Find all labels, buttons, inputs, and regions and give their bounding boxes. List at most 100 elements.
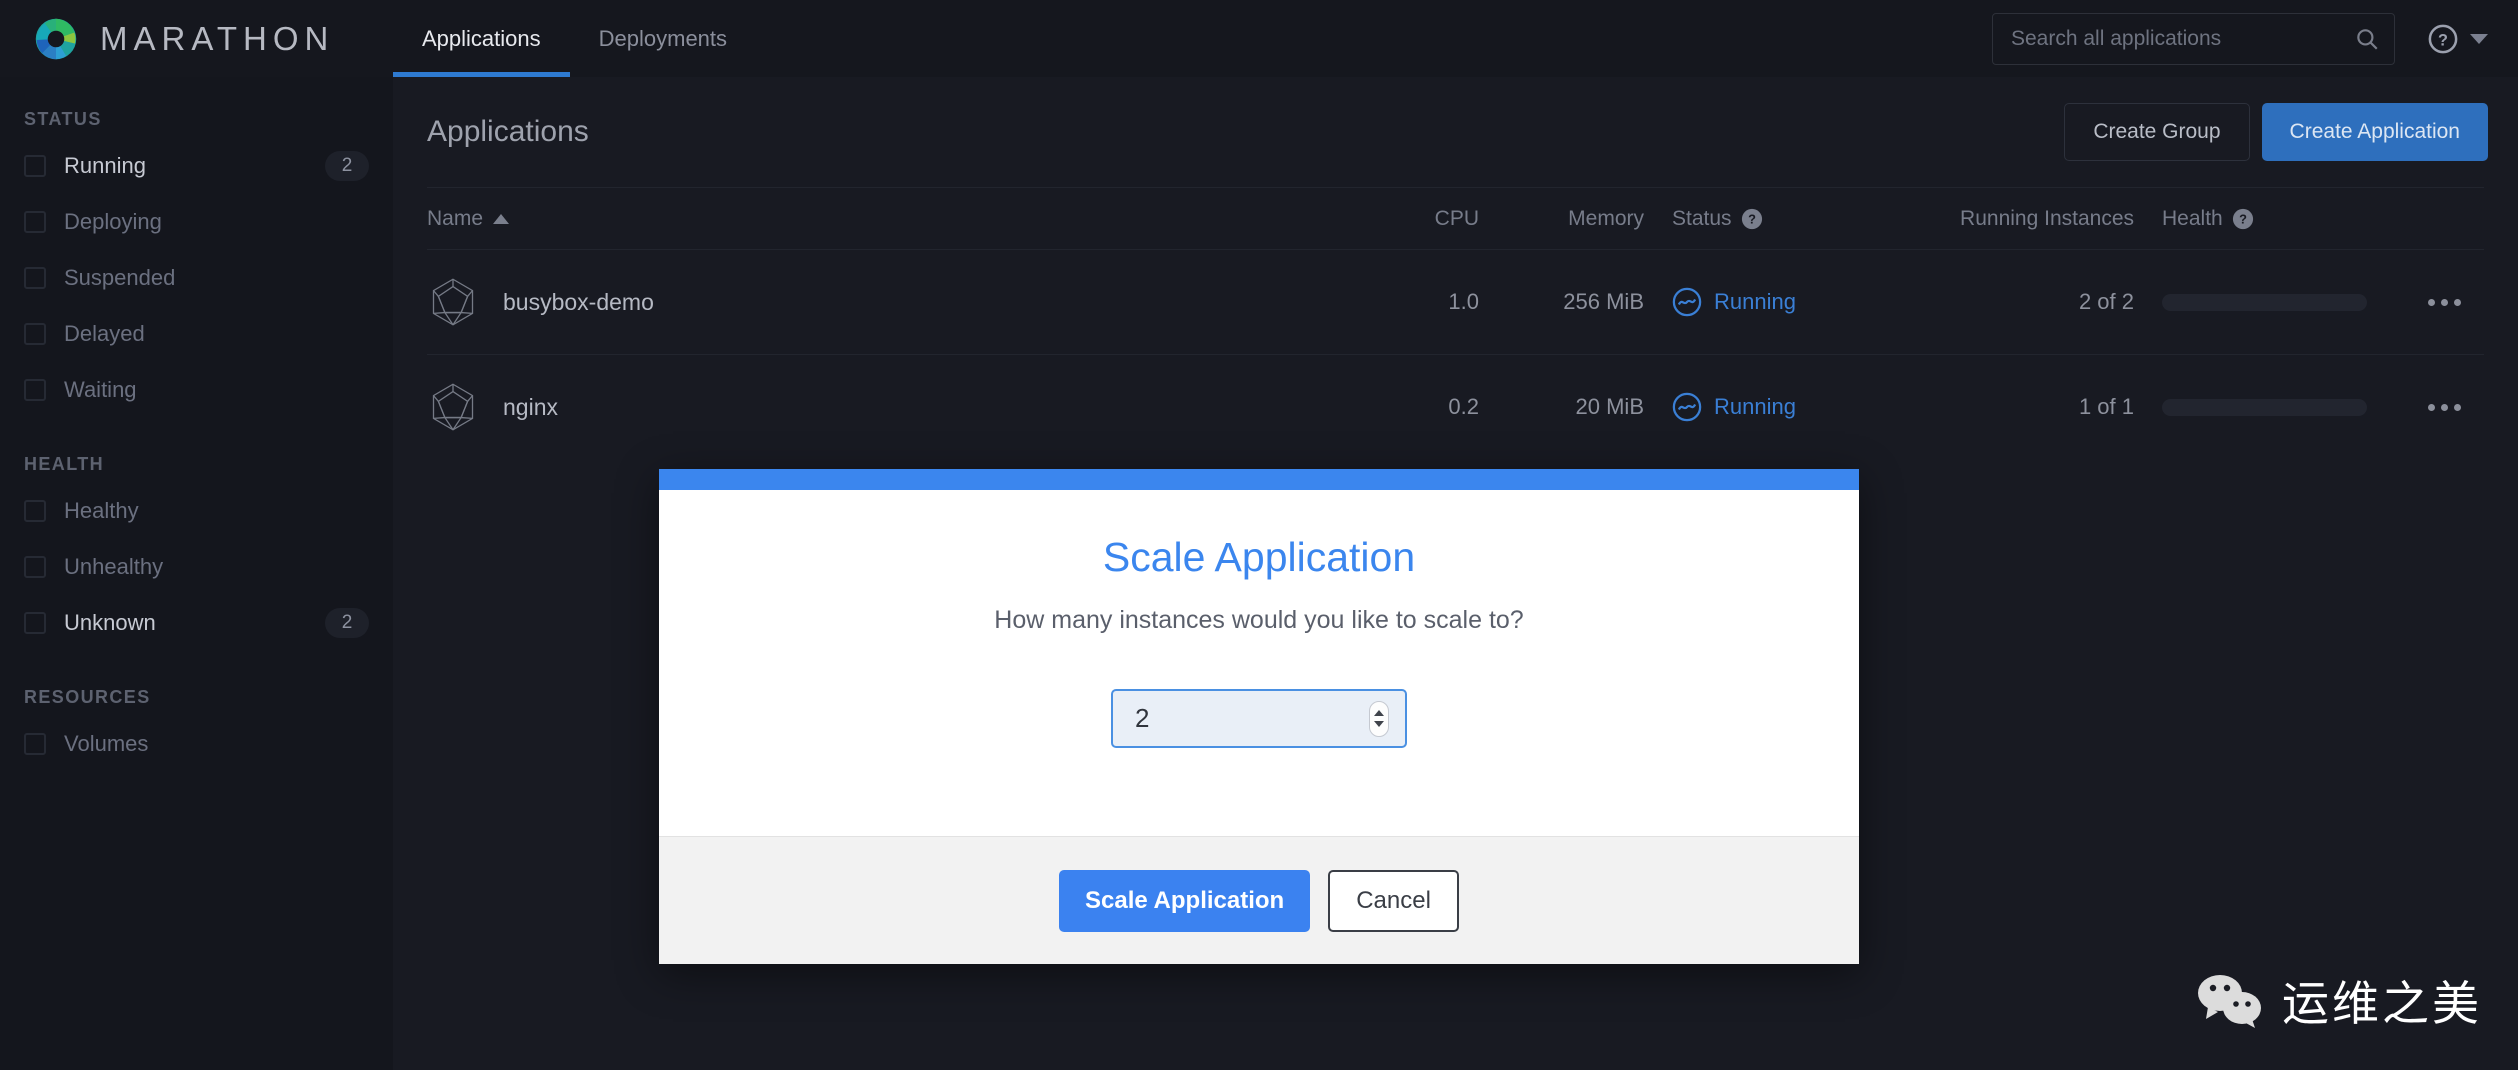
sidebar-item-waiting[interactable]: Waiting xyxy=(0,370,393,410)
application-icon xyxy=(432,383,474,431)
sidebar-item-label: Suspended xyxy=(64,265,176,290)
sidebar-item-delayed[interactable]: Delayed xyxy=(0,314,393,354)
row-status-label: Running xyxy=(1714,394,1796,419)
column-header-running-instances[interactable]: Running Instances xyxy=(1914,207,2134,231)
wechat-icon xyxy=(2198,974,2261,1028)
table-row[interactable]: nginx 0.2 20 MiB Running 1 of 1 xyxy=(427,354,2484,459)
tab-applications[interactable]: Applications xyxy=(393,0,570,77)
row-memory-value: 20 MiB xyxy=(1575,394,1644,419)
column-header-running-instances-label: Running Instances xyxy=(1960,206,2134,230)
applications-table: Name CPU Memory Status ? Running Instanc… xyxy=(393,187,2518,459)
chevron-down-icon[interactable] xyxy=(2470,33,2488,44)
stepper-spinner[interactable] xyxy=(1369,700,1389,737)
row-actions-menu-button[interactable] xyxy=(2404,298,2484,306)
tab-deployments[interactable]: Deployments xyxy=(570,0,756,77)
brand[interactable]: MARATHON xyxy=(0,16,393,62)
sidebar-item-label: Waiting xyxy=(64,377,137,402)
cancel-button[interactable]: Cancel xyxy=(1328,869,1459,932)
instances-input[interactable]: 2 xyxy=(1135,703,1369,734)
checkbox-unhealthy[interactable] xyxy=(24,556,46,578)
column-header-memory[interactable]: Memory xyxy=(1479,207,1644,231)
row-name-cell[interactable]: busybox-demo xyxy=(427,276,1339,328)
checkbox-running[interactable] xyxy=(24,155,46,177)
watermark: 运维之美 xyxy=(2194,965,2482,1034)
row-running-instances: 1 of 1 xyxy=(2078,394,2134,419)
svg-text:?: ? xyxy=(2239,211,2247,226)
checkbox-waiting[interactable] xyxy=(24,379,46,401)
row-status-cell: Running xyxy=(1644,392,1914,422)
chevron-up-icon[interactable] xyxy=(1374,710,1384,716)
column-header-cpu-label: CPU xyxy=(1434,206,1479,230)
scale-application-dialog: Scale Application How many instances wou… xyxy=(659,469,1859,964)
chevron-down-icon[interactable] xyxy=(1374,721,1384,727)
column-header-health[interactable]: Health ? xyxy=(2134,207,2404,231)
row-memory-value: 256 MiB xyxy=(1563,289,1644,314)
scale-application-confirm-label: Scale Application xyxy=(1085,886,1285,914)
running-status-icon xyxy=(1672,392,1702,422)
row-actions-menu-button[interactable] xyxy=(2404,403,2484,411)
table-header-row: Name CPU Memory Status ? Running Instanc… xyxy=(427,187,2484,249)
tab-applications-label: Applications xyxy=(422,25,541,51)
checkbox-healthy[interactable] xyxy=(24,500,46,522)
column-header-name-label: Name xyxy=(427,206,484,230)
help-circle-icon[interactable]: ? xyxy=(1741,208,1763,230)
cancel-label: Cancel xyxy=(1356,886,1431,914)
checkbox-volumes[interactable] xyxy=(24,733,46,755)
scale-application-confirm-button[interactable]: Scale Application xyxy=(1059,869,1311,932)
sidebar-item-healthy[interactable]: Healthy xyxy=(0,491,393,531)
instances-stepper[interactable]: 2 xyxy=(1111,689,1407,748)
svg-text:?: ? xyxy=(2438,31,2448,49)
sidebar-item-volumes[interactable]: Volumes xyxy=(0,724,393,764)
brand-name: MARATHON xyxy=(100,20,335,57)
create-application-button[interactable]: Create Application xyxy=(2261,103,2488,161)
application-icon xyxy=(432,278,474,326)
table-row[interactable]: busybox-demo 1.0 256 MiB Running 2 of 2 xyxy=(427,249,2484,354)
sidebar-item-label: Volumes xyxy=(64,731,149,756)
sidebar-item-running[interactable]: Running 2 xyxy=(0,146,393,186)
row-cpu-value: 0.2 xyxy=(1448,394,1479,419)
marathon-donut-logo xyxy=(35,18,77,59)
health-bar xyxy=(2162,398,2367,416)
application-name[interactable]: nginx xyxy=(503,394,558,421)
ellipsis-icon[interactable] xyxy=(2427,403,2461,411)
marathon-app-window: MARATHON Applications Deployments Search… xyxy=(0,0,2518,1070)
search-icon[interactable] xyxy=(2354,26,2380,52)
sidebar-item-unhealthy[interactable]: Unhealthy xyxy=(0,547,393,587)
sidebar-group-title-health: HEALTH xyxy=(24,454,105,474)
sidebar-count-badge: 2 xyxy=(325,608,369,638)
tab-deployments-label: Deployments xyxy=(598,25,728,51)
checkbox-suspended[interactable] xyxy=(24,267,46,289)
help-menu[interactable]: ? xyxy=(2428,24,2488,54)
help-circle-icon[interactable]: ? xyxy=(2232,208,2254,230)
dialog-subtitle: How many instances would you like to sca… xyxy=(994,606,1524,634)
sidebar-count-badge: 2 xyxy=(325,151,369,181)
column-header-name[interactable]: Name xyxy=(427,207,1339,231)
sidebar-item-deploying[interactable]: Deploying xyxy=(0,202,393,242)
sort-ascending-icon xyxy=(493,213,510,224)
help-circle-icon[interactable]: ? xyxy=(2428,24,2458,54)
sidebar-item-label: Running xyxy=(64,153,146,178)
sidebar-item-label: Deploying xyxy=(64,209,162,234)
sidebar-item-label: Delayed xyxy=(64,321,145,346)
topbar-right-cluster: Search all applications ? xyxy=(1992,12,2518,65)
ellipsis-icon[interactable] xyxy=(2427,298,2461,306)
create-group-button[interactable]: Create Group xyxy=(2064,103,2250,161)
row-health-cell xyxy=(2134,293,2404,311)
column-header-cpu[interactable]: CPU xyxy=(1339,207,1479,231)
filter-sidebar: STATUS Running 2 Deploying Suspended Del… xyxy=(0,77,393,1070)
health-bar xyxy=(2162,293,2367,311)
sidebar-item-label: Unknown xyxy=(64,610,156,635)
checkbox-unknown[interactable] xyxy=(24,612,46,634)
search-input-placeholder[interactable]: Search all applications xyxy=(2011,27,2354,51)
page-title: Applications xyxy=(427,115,589,148)
main-tabs: Applications Deployments xyxy=(393,0,756,77)
column-header-status[interactable]: Status ? xyxy=(1644,207,1914,231)
checkbox-delayed[interactable] xyxy=(24,323,46,345)
checkbox-deploying[interactable] xyxy=(24,211,46,233)
sidebar-item-unknown[interactable]: Unknown 2 xyxy=(0,603,393,643)
search-box[interactable]: Search all applications xyxy=(1992,12,2395,65)
application-name[interactable]: busybox-demo xyxy=(503,289,654,316)
sidebar-item-suspended[interactable]: Suspended xyxy=(0,258,393,298)
row-name-cell[interactable]: nginx xyxy=(427,381,1339,433)
